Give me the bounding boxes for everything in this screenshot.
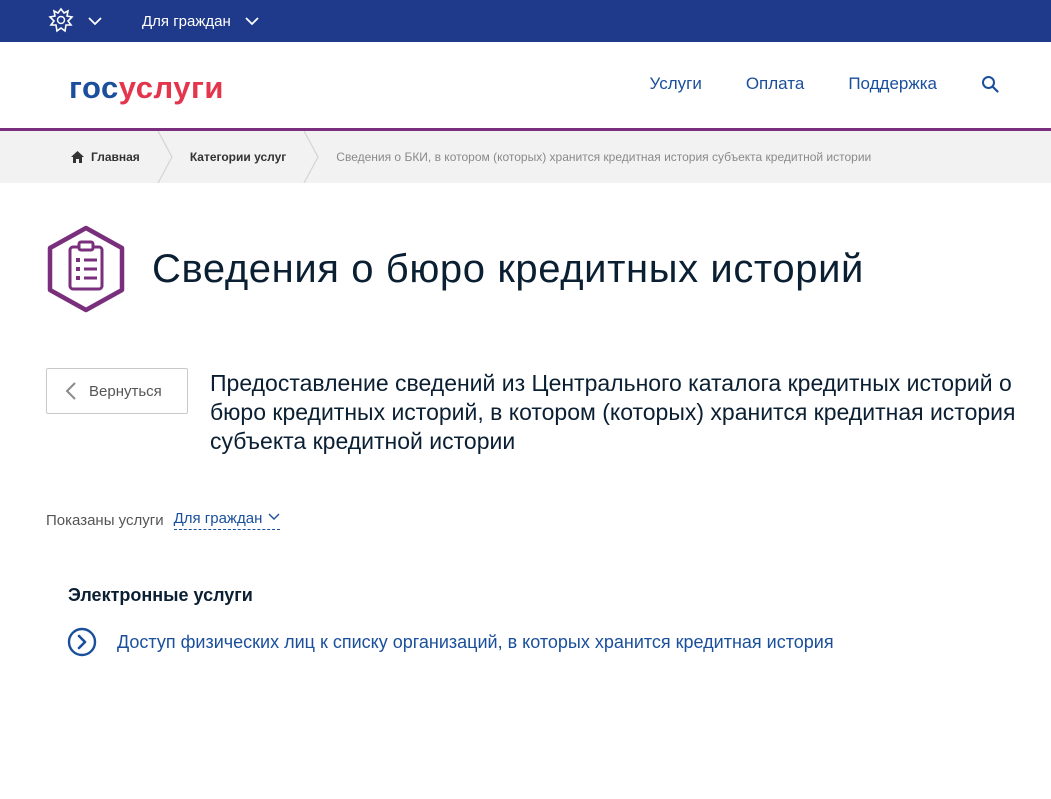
page-title: Сведения о бюро кредитных историй: [152, 246, 864, 291]
top-bar: Для граждан: [0, 0, 1051, 42]
breadcrumb-categories[interactable]: Категории услуг: [190, 131, 286, 183]
breadcrumb-separator: [157, 131, 173, 183]
breadcrumb: Главная Категории услуг Сведения о БКИ, …: [0, 131, 1051, 183]
search-icon[interactable]: [981, 74, 1001, 94]
breadcrumb-home-label: Главная: [91, 150, 140, 164]
nav-payment[interactable]: Оплата: [746, 74, 804, 94]
nav-services[interactable]: Услуги: [650, 74, 702, 94]
main-nav: Услуги Оплата Поддержка: [606, 74, 1001, 94]
service-description: Предоставление сведений из Центрального …: [210, 370, 1016, 454]
chevron-down-icon: [245, 14, 259, 28]
breadcrumb-current-label: Сведения о БКИ, в котором (которых) хран…: [336, 150, 872, 164]
chevron-down-icon: [268, 512, 280, 522]
chevron-down-icon[interactable]: [88, 14, 102, 28]
filter-label: Показаны услуги: [46, 511, 164, 529]
back-button-label: Вернуться: [89, 382, 162, 400]
breadcrumb-categories-label: Категории услуг: [189, 150, 287, 164]
service-link[interactable]: Доступ физических лиц к списку организац…: [67, 627, 834, 657]
russian-emblem-icon[interactable]: [46, 6, 76, 36]
site-header: госуслуги Услуги Оплата Поддержка: [0, 42, 1051, 131]
service-link-label: Доступ физических лиц к списку организац…: [117, 631, 834, 652]
chevron-left-icon: [65, 382, 77, 400]
logo-part-gos: гос: [69, 70, 119, 105]
breadcrumb-current: Сведения о БКИ, в котором (которых) хран…: [336, 131, 871, 183]
logo-part-uslugi: услуги: [118, 70, 224, 105]
breadcrumb-home[interactable]: Главная: [70, 131, 140, 183]
audience-filter-value: Для граждан: [173, 510, 263, 527]
audience-selector[interactable]: Для граждан: [142, 13, 259, 30]
chevron-circle-right-icon: [67, 627, 97, 657]
audience-label: Для граждан: [142, 12, 231, 30]
audience-filter-dropdown[interactable]: Для граждан: [173, 510, 281, 530]
electronic-services-title: Электронные услуги: [68, 585, 253, 605]
home-icon: [70, 150, 85, 164]
gosuslugi-logo[interactable]: госуслуги: [69, 70, 224, 106]
back-button[interactable]: Вернуться: [46, 368, 188, 414]
breadcrumb-separator: [303, 131, 319, 183]
clipboard-list-icon: [47, 225, 125, 313]
nav-support[interactable]: Поддержка: [848, 74, 937, 94]
services-filter: Показаны услуги Для граждан: [46, 510, 281, 530]
page-title-row: Сведения о бюро кредитных историй: [46, 225, 864, 313]
